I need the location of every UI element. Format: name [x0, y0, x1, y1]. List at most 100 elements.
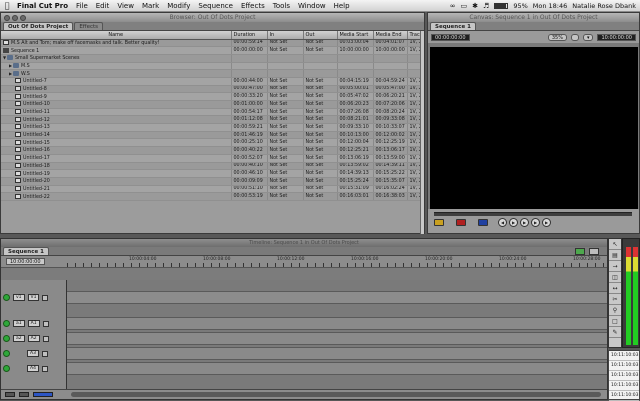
sequence-row[interactable]: Sequence 1 00:00:00:00 Not Set Not Set 10:00… [1, 46, 422, 55]
clip-row[interactable]: Untitled-13 00:00:59:21 Not Set Not Set 00:0… [1, 123, 422, 132]
slip-tool-icon[interactable]: ↔ [609, 283, 621, 294]
dest-track[interactable]: V1 [27, 294, 40, 301]
zoom-button[interactable] [20, 14, 26, 21]
play-around-icon[interactable]: ▶ [531, 218, 540, 227]
source-track[interactable]: a1 [13, 320, 25, 327]
timeline-scrollbar[interactable] [71, 392, 601, 397]
timeline-ruler[interactable]: 10:00:00:00 10:00:04:00 10:00:08:00 10:0… [1, 256, 607, 268]
col-media-end[interactable]: Media End [373, 31, 408, 40]
airplay-icon[interactable]: ▭ [461, 2, 468, 10]
menu-mark[interactable]: Mark [138, 2, 163, 10]
replace-button[interactable] [478, 219, 488, 226]
clip-row[interactable]: Untitled-18 00:00:40:10 Not Set Not Set 00:1… [1, 162, 422, 171]
track-height-icon[interactable] [5, 392, 15, 397]
pen-tool-icon[interactable]: ✎ [609, 327, 621, 338]
audio-track-a2[interactable] [67, 332, 607, 345]
clip-row[interactable]: Untitled-10 00:01:00:00 Not Set Not Set 00:0… [1, 100, 422, 109]
tab-project[interactable]: Out Of Dots Project [3, 22, 74, 30]
timeline-title-bar[interactable]: Timeline: Sequence 1 in Out Of Dots Proj… [1, 239, 607, 247]
insert-button[interactable] [434, 219, 444, 226]
lock-icon[interactable] [41, 350, 48, 357]
dest-track[interactable]: A2 [27, 335, 40, 342]
bin-row[interactable]: ▼ Small Supermarket Scenes [1, 54, 422, 63]
track-visibility-icon[interactable] [3, 365, 10, 372]
battery-icon[interactable] [494, 2, 509, 9]
timeline-tool-b[interactable] [589, 248, 599, 255]
clip-row[interactable]: Untitled-22 00:00:53:19 Not Set Not Set 00:1… [1, 192, 422, 201]
item-name-cell[interactable]: Untitled-14 [1, 131, 232, 140]
item-name-cell[interactable]: Untitled-17 [1, 154, 232, 163]
item-name-cell[interactable]: ▶ W.S [1, 69, 232, 78]
zoom-tool-icon[interactable]: ⚲ [609, 305, 621, 316]
settings-popup[interactable]: ▾ [582, 33, 594, 41]
dest-track[interactable]: A3 [27, 350, 39, 357]
track-visibility-icon[interactable] [3, 335, 10, 342]
selection-tool-icon[interactable]: ↖ [609, 239, 621, 250]
col-duration[interactable]: Duration [231, 31, 268, 40]
item-name-cell[interactable]: Untitled-13 [1, 123, 232, 132]
video-track-v1[interactable] [67, 291, 607, 304]
item-name-cell[interactable]: Untitled-18 [1, 162, 232, 171]
menu-app[interactable]: Final Cut Pro [14, 2, 72, 10]
clip-row[interactable]: Untitled-11 00:00:54:17 Not Set Not Set 00:0… [1, 108, 422, 117]
current-time-field[interactable]: 10:00:00:00 [6, 258, 45, 265]
item-name-cell[interactable]: Untitled-21 [1, 185, 232, 194]
dest-track[interactable]: A1 [27, 320, 40, 327]
item-name-cell[interactable]: Untitled-16 [1, 146, 232, 155]
menu-window[interactable]: Window [294, 2, 330, 10]
menu-tools[interactable]: Tools [269, 2, 294, 10]
clip-row[interactable]: Untitled-8 00:00:47:00 Not Set Not Set 00:05… [1, 85, 422, 94]
menu-help[interactable]: Help [330, 2, 354, 10]
play-icon[interactable]: ▶ [520, 218, 529, 227]
item-name-cell[interactable]: Untitled-12 [1, 115, 232, 125]
col-name[interactable]: Name [1, 31, 232, 40]
clip-row[interactable]: Untitled-19 00:00:46:10 Not Set Not Set 00:1… [1, 169, 422, 178]
clip-row[interactable]: Untitled-17 00:00:52:07 Not Set Not Set 00:1… [1, 154, 422, 163]
minimize-button[interactable] [12, 14, 18, 21]
canvas-video-area[interactable] [430, 47, 638, 209]
volume-icon[interactable]: ♬ [483, 2, 489, 10]
apple-icon[interactable]:  [0, 1, 14, 10]
clip-overlays-icon[interactable] [19, 392, 29, 397]
canvas-title-bar[interactable]: Canvas: Sequence 1 in Out Of Dots Projec… [428, 13, 639, 22]
wifi-icon[interactable]: ∞ [450, 2, 456, 10]
col-tracks[interactable]: Tracks [407, 31, 422, 40]
item-name-cell[interactable]: Untitled-9 [1, 92, 232, 101]
timeline-tool-a[interactable] [575, 248, 585, 255]
menu-effects[interactable]: Effects [237, 2, 269, 10]
menu-view[interactable]: View [113, 2, 138, 10]
item-name-cell[interactable]: Untitled-8 [1, 85, 232, 94]
clip-row[interactable]: Untitled-21 00:00:51:10 Not Set Not Set 00:1… [1, 185, 422, 194]
item-name-cell[interactable]: ▼ Small Supermarket Scenes [1, 54, 232, 63]
clip-row[interactable]: Untitled-9 00:00:33:20 Not Set Not Set 00:05… [1, 92, 422, 101]
clip-row[interactable]: Untitled-15 00:00:25:10 Not Set Not Set 00:1… [1, 138, 422, 148]
track-select-tool-icon[interactable]: → [609, 261, 621, 272]
previous-edit-icon[interactable]: ◀ [498, 218, 507, 227]
zoom-slider-icon[interactable] [33, 392, 53, 397]
clip-row[interactable]: Untitled-7 00:00:44:00 Not Set Not Set 00:04… [1, 77, 422, 86]
item-name-cell[interactable]: Untitled-22 [1, 192, 232, 201]
roll-tool-icon[interactable]: ◫ [609, 272, 621, 283]
clock[interactable]: Mon 18:46 [533, 2, 568, 10]
item-name-cell[interactable]: Sequence 1 [1, 46, 232, 55]
tab-canvas-sequence[interactable]: Sequence 1 [430, 22, 476, 30]
bin-row[interactable]: ▶ W.S [1, 69, 422, 78]
browser-title-bar[interactable]: Browser: Out Of Dots Project [1, 13, 424, 22]
col-in[interactable]: In [267, 31, 304, 40]
timeline-tracks[interactable] [67, 280, 607, 390]
item-name-cell[interactable]: Untitled-11 [1, 108, 232, 117]
item-name-cell[interactable]: M.S Alt and Tom; make off facemasks and … [1, 39, 232, 48]
close-button[interactable] [4, 14, 10, 21]
audio-track-a1[interactable] [67, 317, 607, 330]
lock-icon[interactable] [42, 335, 49, 342]
audio-track-a3[interactable] [67, 347, 607, 360]
col-out[interactable]: Out [303, 31, 338, 40]
current-timecode[interactable]: 10:00:00:00 [597, 33, 636, 41]
menu-file[interactable]: File [72, 2, 92, 10]
item-name-cell[interactable]: Untitled-10 [1, 100, 232, 109]
user-name[interactable]: Natalie Rose Dbank [572, 2, 636, 10]
clip-row[interactable]: Untitled-20 00:00:09:09 Not Set Not Set 00:1… [1, 177, 422, 186]
item-name-cell[interactable]: ▶ M.S [1, 62, 232, 71]
edit-selection-tool-icon[interactable]: ▤ [609, 250, 621, 261]
menu-modify[interactable]: Modify [163, 2, 194, 10]
